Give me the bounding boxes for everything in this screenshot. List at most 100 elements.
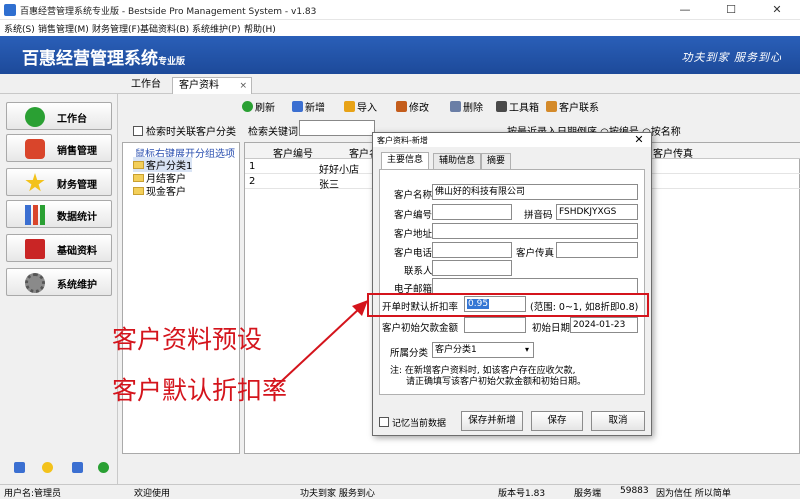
toolbox-button[interactable]: 工具箱 xyxy=(496,99,539,114)
category-select[interactable]: 客户分类1 ▾ xyxy=(432,342,534,358)
sidebar: 工作台 销售管理 财务管理 数据统计 基础资料 系统维护 xyxy=(0,94,118,484)
menu-basic-data[interactable]: 基础资料(B) xyxy=(140,22,189,35)
menu-system[interactable]: 系统(S) xyxy=(4,22,35,35)
save-button[interactable]: 保存 xyxy=(531,411,583,431)
toolbar: 刷新 新增 导入 修改 删除 工具箱 客户联系 xyxy=(240,98,800,114)
grid-col-fax[interactable]: 客户传真 xyxy=(653,145,693,160)
phone-field[interactable] xyxy=(432,242,512,258)
minimize-button[interactable]: — xyxy=(662,0,708,20)
annotation-arrow xyxy=(271,300,368,391)
keyword-label: 检索关键词 xyxy=(248,127,298,138)
edit-button[interactable]: 修改 xyxy=(396,99,429,114)
address-field[interactable] xyxy=(432,223,638,239)
add-button[interactable]: 新增 xyxy=(292,99,325,114)
workspace-tabstrip: 工作台 客户资料 × xyxy=(0,74,800,94)
tab-close-icon[interactable]: × xyxy=(239,78,247,94)
fax-field[interactable] xyxy=(556,242,638,258)
email-field[interactable] xyxy=(432,278,638,294)
cancel-button[interactable]: 取消 xyxy=(591,411,645,431)
keyword-input[interactable] xyxy=(299,120,375,136)
grid-col-code[interactable]: 客户编号 xyxy=(273,145,313,160)
dialog-title: 客户资料-新增 xyxy=(373,133,651,147)
dialog-tab-main[interactable]: 主要信息 xyxy=(381,152,430,169)
status-user: 用户名:管理员 xyxy=(4,489,62,499)
annotation-line1: 客户资料预设 xyxy=(112,325,263,354)
close-window-button[interactable]: ✕ xyxy=(754,0,800,20)
sidebar-item-label: 财务管理 xyxy=(57,180,97,191)
checkbox-box[interactable] xyxy=(379,417,389,427)
edit-icon xyxy=(396,101,407,112)
pinyin-label: 拼音码 xyxy=(524,210,553,221)
chevron-down-icon: ▾ xyxy=(524,345,529,354)
image-icon[interactable] xyxy=(72,462,83,473)
back-icon[interactable] xyxy=(98,462,109,473)
tab-customer-data[interactable]: 客户资料 × xyxy=(172,77,252,94)
dialog-tab-aux[interactable]: 辅助信息 xyxy=(433,153,482,169)
add-icon xyxy=(292,101,303,112)
code-field[interactable] xyxy=(432,204,512,220)
customer-dialog: 客户资料-新增 ✕ 主要信息 辅助信息 摘要 客户名称 佛山好的科技有限公司 客… xyxy=(367,132,652,436)
arrears-field[interactable] xyxy=(464,317,526,333)
gear-icon xyxy=(25,273,45,293)
status-version: 版本号1.83 xyxy=(498,489,546,499)
refresh-icon xyxy=(242,101,253,112)
toolbox-icon xyxy=(496,101,507,112)
status-motto: 因为信任 所以简单 xyxy=(656,489,731,499)
folder-icon xyxy=(133,187,144,195)
tab-customer-data-label: 客户资料 xyxy=(179,80,219,91)
menu-maintenance[interactable]: 系统维护(P) xyxy=(192,22,240,35)
tree-node-cash[interactable]: 现金客户 xyxy=(133,183,186,198)
calculator-icon[interactable] xyxy=(14,462,25,473)
remember-checkbox[interactable]: 记忆当前数据 xyxy=(379,416,446,429)
dialog-tab-summary[interactable]: 摘要 xyxy=(481,153,512,169)
save-and-new-button[interactable]: 保存并新增 xyxy=(461,411,523,431)
pinyin-field[interactable]: FSHDKJYXGS xyxy=(556,204,638,220)
fax-label: 客户传真 xyxy=(516,248,555,259)
category-label: 所属分类 xyxy=(390,348,429,359)
sidebar-item-finance[interactable]: 财务管理 xyxy=(6,168,112,196)
sidebar-item-label: 数据统计 xyxy=(57,212,97,223)
menu-help[interactable]: 帮助(H) xyxy=(244,22,276,35)
sidebar-item-workbench[interactable]: 工作台 xyxy=(6,102,112,130)
info-icon[interactable] xyxy=(42,462,53,473)
menu-sales[interactable]: 销售管理(M) xyxy=(38,22,89,35)
note-line1: 注: 在新增客户资料时, 如该客户存在应收欠款, xyxy=(390,366,576,376)
row-index: 1 xyxy=(249,161,256,172)
dialog-close-button[interactable]: ✕ xyxy=(629,133,649,147)
row-index: 2 xyxy=(249,176,256,187)
start-date-field[interactable]: 2024-01-23 xyxy=(570,317,638,333)
refresh-button[interactable]: 刷新 xyxy=(242,99,275,114)
sidebar-item-basic-data[interactable]: 基础资料 xyxy=(6,234,112,262)
status-server: 服务端 xyxy=(574,489,602,499)
trash-icon xyxy=(450,101,461,112)
link-category-checkbox[interactable]: 检索时关联客户分类 xyxy=(133,123,236,138)
check-icon xyxy=(25,107,45,127)
sidebar-item-label: 基础资料 xyxy=(57,246,97,257)
banner-slogan: 功夫到家 服务到心 xyxy=(681,51,782,64)
name-label: 客户名称 xyxy=(394,190,433,201)
status-port: 59883 xyxy=(620,486,649,496)
phone-label: 客户电话 xyxy=(394,248,433,259)
folder-icon xyxy=(133,161,144,169)
arrears-label: 客户初始欠款金额 xyxy=(382,323,459,334)
contact-label: 联系人 xyxy=(404,266,433,277)
import-button[interactable]: 导入 xyxy=(344,99,377,114)
category-value: 客户分类1 xyxy=(435,345,477,355)
maximize-button[interactable]: ☐ xyxy=(708,0,754,20)
bar-chart-icon xyxy=(25,205,45,225)
book-icon xyxy=(25,239,45,259)
category-tree: 鼠标右键展开分组选项 客户分类1 月结客户 现金客户 xyxy=(122,142,240,454)
tab-workbench[interactable]: 工作台 xyxy=(125,77,167,94)
contact-field[interactable] xyxy=(432,260,512,276)
contacts-icon xyxy=(546,101,557,112)
start-date-label: 初始日期 xyxy=(532,323,571,334)
sidebar-item-sales[interactable]: 销售管理 xyxy=(6,134,112,162)
checkbox-box[interactable] xyxy=(133,126,143,136)
name-field[interactable]: 佛山好的科技有限公司 xyxy=(432,184,638,200)
sidebar-item-statistics[interactable]: 数据统计 xyxy=(6,200,112,228)
sidebar-item-maintenance[interactable]: 系统维护 xyxy=(6,268,112,296)
menu-finance[interactable]: 财务管理(F) xyxy=(92,22,140,35)
delete-button[interactable]: 删除 xyxy=(450,99,483,114)
customer-contact-button[interactable]: 客户联系 xyxy=(546,99,599,114)
dialog-main-panel: 客户名称 佛山好的科技有限公司 客户编号 拼音码 FSHDKJYXGS 客户地址… xyxy=(367,169,649,395)
